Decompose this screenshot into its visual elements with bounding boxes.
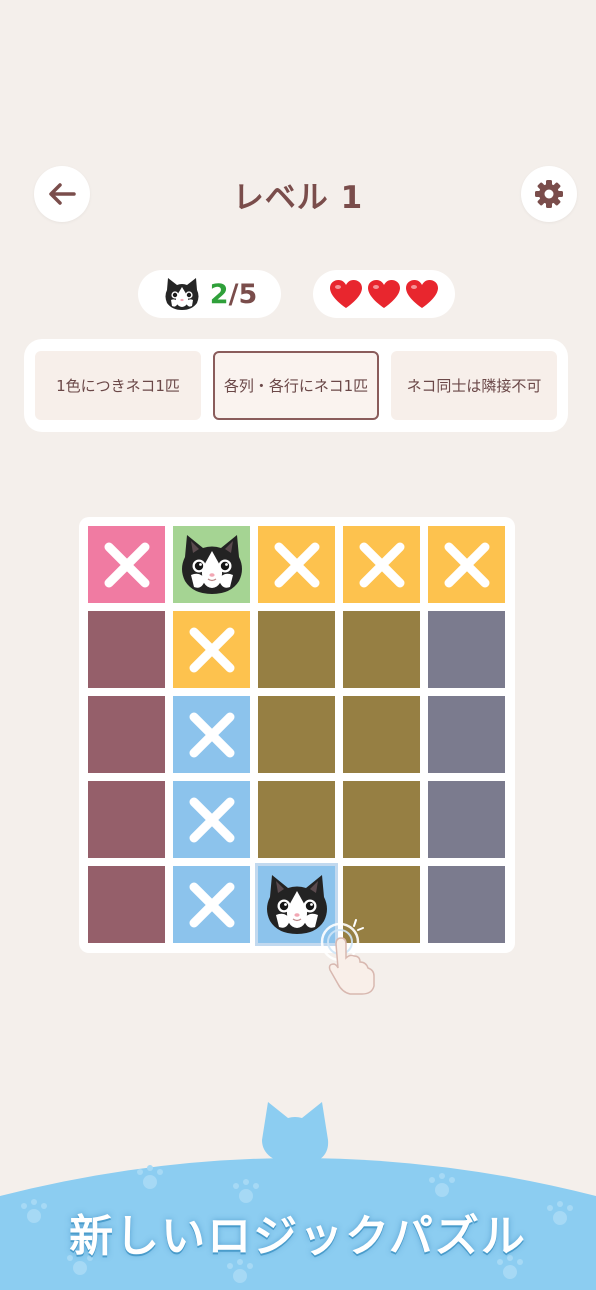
heart-icon xyxy=(329,279,363,309)
count-separator: / xyxy=(228,278,239,310)
board-cell[interactable] xyxy=(173,866,250,943)
x-mark-icon xyxy=(104,542,149,587)
cat-face-icon xyxy=(165,278,199,310)
gear-icon xyxy=(535,180,563,208)
board-cell[interactable] xyxy=(258,781,335,858)
board-cell[interactable] xyxy=(343,611,420,688)
board-cell[interactable] xyxy=(343,526,420,603)
x-mark-icon xyxy=(274,542,319,587)
board-cell[interactable] xyxy=(428,696,505,773)
rules-panel: 1色につきネコ1匹 各列・各行にネコ1匹 ネコ同士は隣接不可 xyxy=(24,339,568,432)
rule-one-cat-per-row-column[interactable]: 各列・各行にネコ1匹 xyxy=(213,351,379,420)
tap-hand-icon xyxy=(316,918,388,1002)
board-cell[interactable] xyxy=(258,526,335,603)
board-cell[interactable] xyxy=(88,696,165,773)
back-button[interactable] xyxy=(34,166,90,222)
board-cell[interactable] xyxy=(88,781,165,858)
board-cell[interactable] xyxy=(173,781,250,858)
board-cell[interactable] xyxy=(428,611,505,688)
rule-no-adjacent-cats[interactable]: ネコ同士は隣接不可 xyxy=(391,351,557,420)
board-cell[interactable] xyxy=(258,696,335,773)
tagline: 新しいロジックパズル xyxy=(69,1211,527,1262)
x-mark-icon xyxy=(444,542,489,587)
x-mark-icon xyxy=(359,542,404,587)
board-cell[interactable] xyxy=(88,866,165,943)
rule-one-cat-per-color[interactable]: 1色につきネコ1匹 xyxy=(35,351,201,420)
settings-button[interactable] xyxy=(521,166,577,222)
cats-found-value: 2 xyxy=(209,278,229,310)
board-cell[interactable] xyxy=(343,781,420,858)
x-mark-icon xyxy=(189,627,234,672)
cats-total-value: 5 xyxy=(238,278,258,310)
x-mark-icon xyxy=(189,797,234,842)
arrow-left-icon xyxy=(49,183,76,205)
board-cell[interactable] xyxy=(173,526,250,603)
board-cell[interactable] xyxy=(343,696,420,773)
board-cell[interactable] xyxy=(428,526,505,603)
board-cell[interactable] xyxy=(258,611,335,688)
board-cell[interactable] xyxy=(428,866,505,943)
board-cell[interactable] xyxy=(173,696,250,773)
heart-icon xyxy=(367,279,401,309)
x-mark-icon xyxy=(189,712,234,757)
page-title: レベル 1 xyxy=(232,179,364,216)
cat-face-icon xyxy=(181,534,242,594)
board-cell[interactable] xyxy=(428,781,505,858)
board-cell[interactable] xyxy=(173,611,250,688)
cats-found-counter: 2/5 xyxy=(138,270,281,318)
puzzle-board xyxy=(79,517,515,953)
lives-indicator xyxy=(313,270,455,318)
heart-icon xyxy=(405,279,439,309)
x-mark-icon xyxy=(189,882,234,927)
board-cell[interactable] xyxy=(88,611,165,688)
board-cell[interactable] xyxy=(88,526,165,603)
